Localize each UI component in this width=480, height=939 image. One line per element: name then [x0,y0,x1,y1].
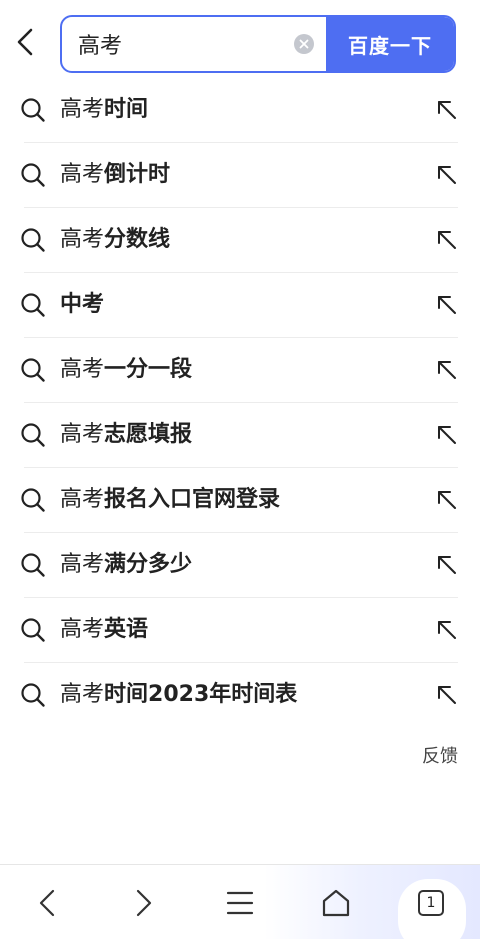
bottom-nav-bar: 1 [0,864,480,939]
search-icon [21,488,45,512]
suggestion-item[interactable]: 高考时间2023年时间表 [0,662,480,727]
suggestion-text: 高考满分多少 [60,532,192,597]
fill-query-arrow-icon[interactable] [434,552,460,578]
chevron-left-icon [17,28,33,56]
suggestion-text: 高考志愿填报 [60,402,192,467]
fill-query-arrow-icon[interactable] [434,357,460,383]
suggestion-text: 高考一分一段 [60,337,192,402]
suggestion-suffix: 分数线 [104,227,171,252]
suggestion-prefix: 高考 [60,357,105,382]
feedback-link[interactable]: 反馈 [422,742,458,768]
search-input[interactable] [62,17,282,71]
suggestion-suffix: 一分一段 [104,357,193,382]
search-icon [21,163,45,187]
search-submit-button[interactable]: 百度一下 [326,17,454,71]
search-icon [21,423,45,447]
suggestion-item[interactable]: 高考报名入口官网登录 [0,467,480,532]
suggestion-suffix: 报名入口官网登录 [104,487,281,512]
suggestion-suffix: 时间2023年时间表 [104,682,298,707]
suggestion-item[interactable]: 高考满分多少 [0,532,480,597]
suggestion-prefix: 高考 [60,487,105,512]
tab-count-badge: 1 [418,889,444,916]
suggestion-suffix: 中考 [60,292,105,317]
fill-query-arrow-icon[interactable] [434,422,460,448]
fill-query-arrow-icon[interactable] [434,617,460,643]
suggestion-prefix: 高考 [60,422,105,447]
fill-query-arrow-icon[interactable] [434,97,460,123]
suggestion-suffix: 倒计时 [104,162,171,187]
fill-query-arrow-icon[interactable] [434,487,460,513]
suggestion-text: 中考 [60,272,104,337]
suggestion-suffix: 志愿填报 [104,422,193,447]
suggestion-text: 高考报名入口官网登录 [60,467,280,532]
suggestion-text: 高考时间2023年时间表 [60,662,297,727]
search-icon [21,553,45,577]
suggestion-item[interactable]: 高考英语 [0,597,480,662]
suggestion-text: 高考倒计时 [60,142,170,207]
nav-tabs-button[interactable]: 1 [401,865,461,939]
nav-menu-button[interactable] [210,865,270,939]
suggestion-prefix: 高考 [60,227,105,252]
suggestion-item[interactable]: 高考分数线 [0,207,480,272]
fill-query-arrow-icon[interactable] [434,227,460,253]
clear-icon [294,34,314,54]
suggestion-text: 高考英语 [60,597,148,662]
suggestion-suffix: 时间 [104,97,149,122]
home-icon [322,889,350,916]
suggestion-prefix: 高考 [60,682,105,707]
suggestion-suffix: 英语 [104,617,149,642]
suggestion-prefix: 高考 [60,162,105,187]
suggestion-prefix: 高考 [60,552,105,577]
suggestion-item[interactable]: 高考倒计时 [0,142,480,207]
fill-query-arrow-icon[interactable] [434,682,460,708]
nav-back-button[interactable] [17,865,77,939]
suggestion-list: 高考时间 高考倒计时 高考分数线 中考 高考一分一段 高考志愿填报 高考报名入口… [0,77,480,727]
suggestion-item[interactable]: 高考一分一段 [0,337,480,402]
clear-button[interactable] [282,17,326,71]
fill-query-arrow-icon[interactable] [434,292,460,318]
chevron-right-icon [136,889,152,916]
search-icon [21,228,45,252]
suggestion-prefix: 高考 [60,97,105,122]
search-box: 百度一下 [60,15,456,73]
suggestion-prefix: 高考 [60,617,105,642]
nav-forward-button[interactable] [114,865,174,939]
search-icon [21,618,45,642]
search-icon [21,98,45,122]
chevron-left-icon [39,889,55,916]
suggestion-item[interactable]: 中考 [0,272,480,337]
search-suggest-page: 百度一下 高考时间 高考倒计时 高考分数线 中考 高考一分一段 [0,0,480,939]
suggestion-suffix: 满分多少 [104,552,193,577]
suggestion-text: 高考时间 [60,77,148,142]
suggestion-item[interactable]: 高考时间 [0,77,480,142]
search-icon [21,293,45,317]
nav-home-button[interactable] [306,865,366,939]
suggestion-item[interactable]: 高考志愿填报 [0,402,480,467]
suggestion-text: 高考分数线 [60,207,170,272]
menu-icon [226,891,254,914]
search-icon [21,358,45,382]
fill-query-arrow-icon[interactable] [434,162,460,188]
search-icon [21,683,45,707]
back-button[interactable] [10,22,40,62]
